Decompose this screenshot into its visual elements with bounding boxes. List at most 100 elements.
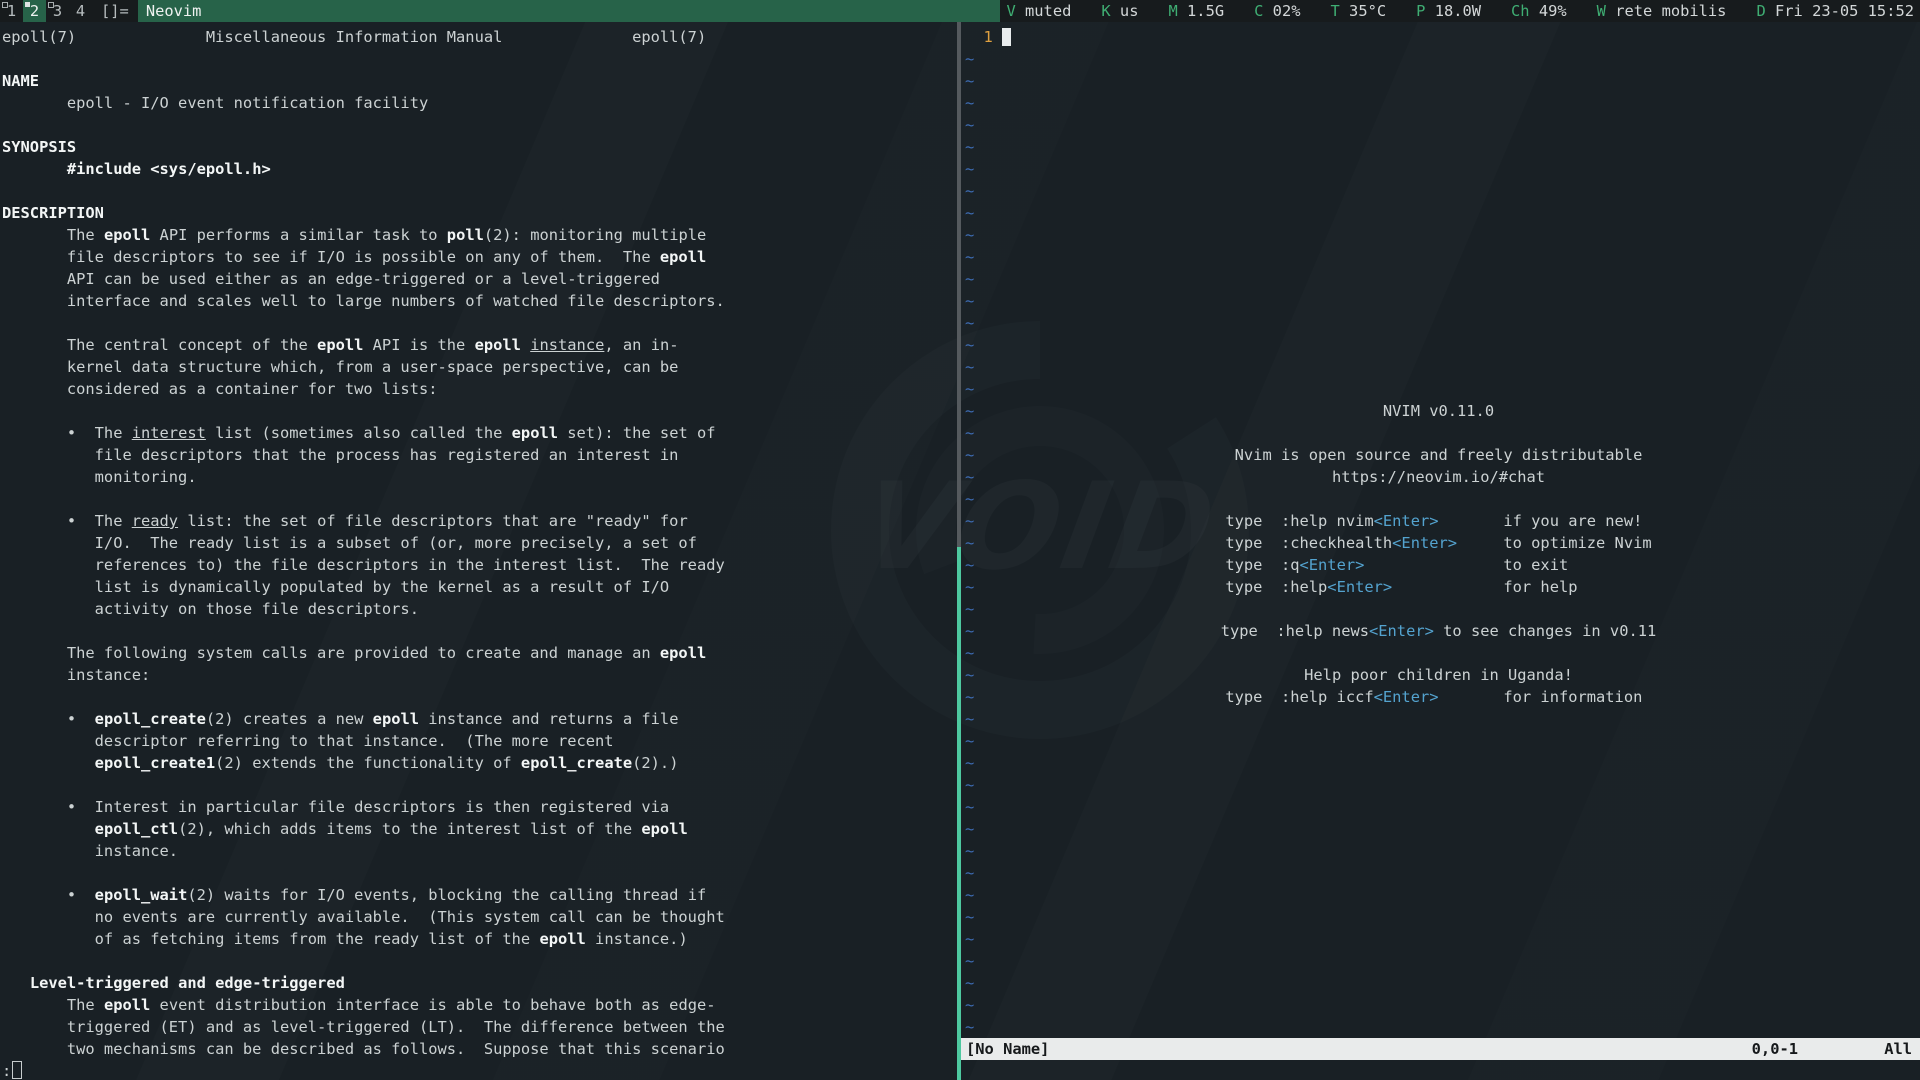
nvim-statusline: [No Name] 0,0-1 All (961, 1038, 1920, 1060)
man-page-text: epoll(7) Miscellaneous Information Manua… (2, 26, 725, 1060)
man-line: file descriptors to see if I/O is possib… (2, 246, 725, 268)
man-line: triggered (ET) and as level-triggered (L… (2, 1016, 725, 1038)
intro-line: type :q<Enter> to exit (961, 554, 1916, 576)
tilde-row: ~ (965, 708, 1920, 730)
tilde-row: ~ (965, 136, 1920, 158)
man-line: epoll(7) Miscellaneous Information Manua… (2, 26, 725, 48)
intro-line: Nvim is open source and freely distribut… (961, 444, 1916, 466)
man-line (2, 774, 725, 796)
tilde-row: ~ (965, 290, 1920, 312)
tilde-row: ~ (965, 202, 1920, 224)
intro-line (961, 598, 1916, 620)
man-line (2, 686, 725, 708)
man-line: activity on those file descriptors. (2, 598, 725, 620)
intro-line: type :help<Enter> for help (961, 576, 1916, 598)
status-item-ch: Ch 49% (1511, 0, 1567, 22)
man-line (2, 180, 725, 202)
nvim-line-1: 1 (965, 26, 1920, 48)
tilde-row: ~ (965, 92, 1920, 114)
statusline-ruler: 0,0-1 (1752, 1038, 1798, 1060)
tilde-row: ~ (965, 840, 1920, 862)
tilde-row: ~ (965, 356, 1920, 378)
man-line (2, 862, 725, 884)
tilde-row: ~ (965, 48, 1920, 70)
status-item-m: M 1.5G (1168, 0, 1224, 22)
tilde-row: ~ (965, 950, 1920, 972)
status-item-t: T 35°C (1330, 0, 1386, 22)
intro-line (961, 642, 1916, 664)
man-line: #include <sys/epoll.h> (2, 158, 725, 180)
man-line: The following system calls are provided … (2, 642, 725, 664)
man-line (2, 312, 725, 334)
intro-line: type :help nvim<Enter> if you are new! (961, 510, 1916, 532)
man-line: list is dynamically populated by the ker… (2, 576, 725, 598)
man-line: • Interest in particular file descriptor… (2, 796, 725, 818)
man-line (2, 48, 725, 70)
man-line (2, 620, 725, 642)
man-line (2, 114, 725, 136)
cursor-hollow (12, 1061, 22, 1079)
tilde-row: ~ (965, 334, 1920, 356)
focused-window-title: Neovim (138, 0, 1001, 22)
tag-3[interactable]: 3 (46, 0, 69, 22)
man-line: • epoll_wait(2) waits for I/O events, bl… (2, 884, 725, 906)
tilde-row: ~ (965, 378, 1920, 400)
status-item-p: P 18.0W (1416, 0, 1481, 22)
man-line: monitoring. (2, 466, 725, 488)
tilde-row: ~ (965, 818, 1920, 840)
intro-line: type :help iccf<Enter> for information (961, 686, 1916, 708)
tag-indicator (25, 2, 30, 7)
intro-line: Help poor children in Uganda! (961, 664, 1916, 686)
man-line: SYNOPSIS (2, 136, 725, 158)
man-line: The epoll event distribution interface i… (2, 994, 725, 1016)
cursor-block (1002, 28, 1011, 46)
tag-2[interactable]: 2 (23, 0, 46, 22)
man-line (2, 950, 725, 972)
status-item-c: C 02% (1254, 0, 1300, 22)
tilde-row: ~ (965, 114, 1920, 136)
man-line: file descriptors that the process has re… (2, 444, 725, 466)
layout-symbol[interactable]: []= (92, 0, 138, 22)
intro-line: type :checkhealth<Enter> to optimize Nvi… (961, 532, 1916, 554)
status-item-v: V muted (1006, 0, 1071, 22)
man-line: interface and scales well to large numbe… (2, 290, 725, 312)
tag-1[interactable]: 1 (0, 0, 23, 22)
man-line (2, 400, 725, 422)
man-line: • The interest list (sometimes also call… (2, 422, 725, 444)
man-line: instance. (2, 840, 725, 862)
man-line: I/O. The ready list is a subset of (or, … (2, 532, 725, 554)
nvim-intro: NVIM v0.11.0 Nvim is open source and free… (961, 400, 1916, 708)
man-line: • epoll_create(2) creates a new epoll in… (2, 708, 725, 730)
statusline-buffer-name: [No Name] (961, 1040, 1049, 1058)
tilde-row: ~ (965, 884, 1920, 906)
tag-indicator (2, 2, 8, 8)
man-line: instance: (2, 664, 725, 686)
tilde-row: ~ (965, 906, 1920, 928)
tilde-row: ~ (965, 796, 1920, 818)
tilde-row: ~ (965, 862, 1920, 884)
intro-line (961, 488, 1916, 510)
man-line: descriptor referring to that instance. (… (2, 730, 725, 752)
pager-prompt[interactable]: : (2, 1060, 22, 1080)
tilde-row: ~ (965, 70, 1920, 92)
tilde-row: ~ (965, 752, 1920, 774)
tilde-row: ~ (965, 268, 1920, 290)
tilde-row: ~ (965, 730, 1920, 752)
tilde-row: ~ (965, 774, 1920, 796)
intro-line: https://neovim.io/#chat (961, 466, 1916, 488)
tilde-row: ~ (965, 158, 1920, 180)
tag-4[interactable]: 4 (69, 0, 92, 22)
man-line: Level-triggered and edge-triggered (2, 972, 725, 994)
man-line: of as fetching items from the ready list… (2, 928, 725, 950)
man-line: epoll_create1(2) extends the functionali… (2, 752, 725, 774)
intro-line: NVIM v0.11.0 (961, 400, 1916, 422)
man-line: The epoll API performs a similar task to… (2, 224, 725, 246)
intro-line: type :help news<Enter> to see changes in… (961, 620, 1916, 642)
man-line: API can be used either as an edge-trigge… (2, 268, 725, 290)
man-line: NAME (2, 70, 725, 92)
line-number: 1 (965, 28, 993, 46)
tilde-row: ~ (965, 246, 1920, 268)
tag-bar: 1234 (0, 0, 92, 22)
tilde-row: ~ (965, 180, 1920, 202)
status-item-k: K us (1101, 0, 1138, 22)
